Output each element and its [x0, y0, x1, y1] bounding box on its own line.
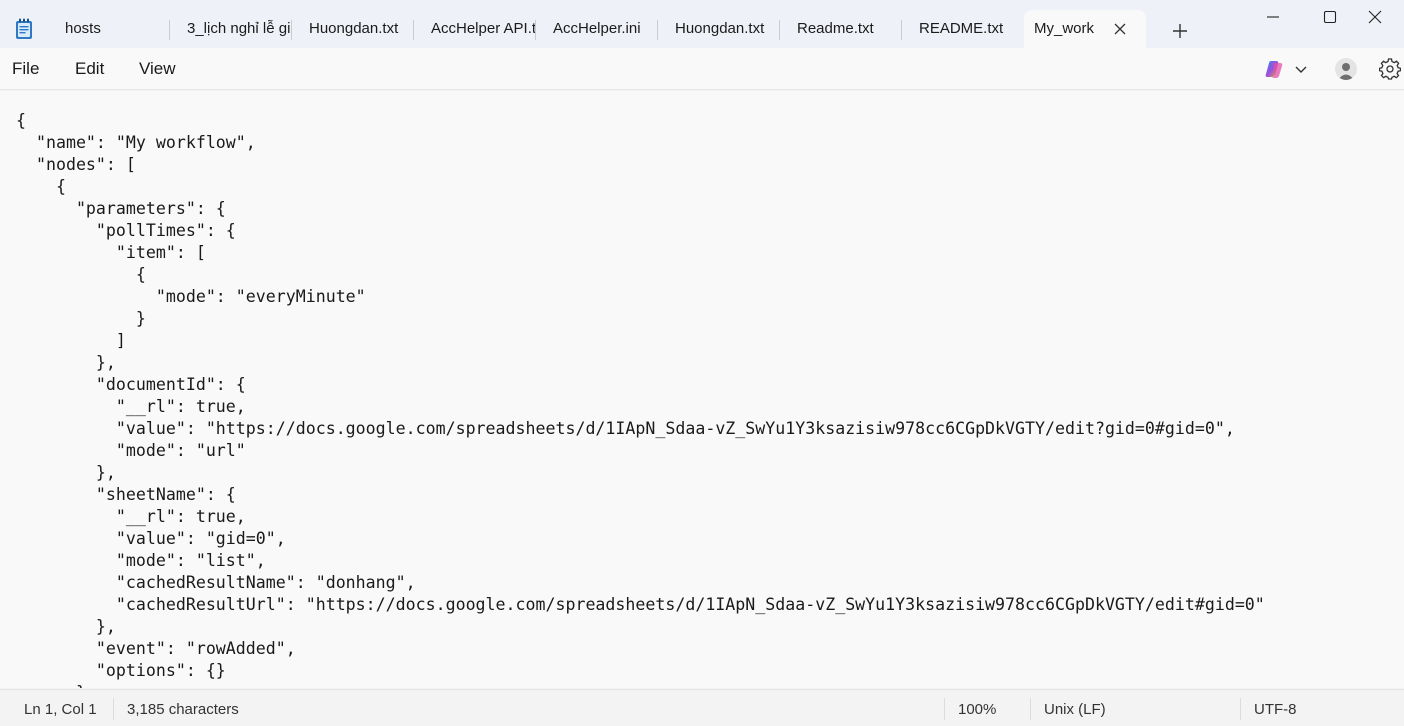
tab-label: Huongdan.txt — [309, 20, 399, 37]
editor-line[interactable]: ] — [16, 330, 1265, 352]
tab-label: Huongdan.txt — [675, 20, 765, 37]
chevron-down-icon[interactable] — [1293, 61, 1309, 77]
maximize-icon — [1323, 10, 1337, 24]
editor-line[interactable]: "options": {} — [16, 660, 1265, 682]
tab-label: Readme.txt — [797, 20, 874, 37]
account-avatar[interactable] — [1335, 58, 1357, 80]
tab[interactable]: AccHelper.ini — [536, 10, 658, 48]
tab-active[interactable]: My_work — [1024, 10, 1146, 48]
editor-line[interactable]: "cachedResultUrl": "https://docs.google.… — [16, 594, 1265, 616]
minimize-icon — [1267, 16, 1279, 18]
editor-line[interactable]: }, — [16, 682, 1265, 688]
window-close-icon — [1368, 10, 1382, 24]
tab-label: 3_lịch nghỉ lễ gi — [187, 20, 291, 37]
tab-strip: hosts 3_lịch nghỉ lễ gi Huongdan.txt Acc… — [48, 10, 1146, 48]
editor-line[interactable]: "documentId": { — [16, 374, 1265, 396]
copilot-icon[interactable] — [1263, 58, 1285, 80]
character-count: 3,185 characters — [127, 701, 239, 718]
tab[interactable]: AccHelper API.t — [414, 10, 536, 48]
line-ending[interactable]: Unix (LF) — [1044, 701, 1106, 718]
notepad-app-icon — [16, 18, 32, 39]
editor-line[interactable]: { — [16, 176, 1265, 198]
window-close-button[interactable] — [1346, 0, 1404, 34]
title-bar: hosts 3_lịch nghỉ lễ gi Huongdan.txt Acc… — [0, 0, 1404, 48]
tab[interactable]: hosts — [48, 10, 170, 48]
editor-line[interactable]: "mode": "everyMinute" — [16, 286, 1265, 308]
editor-line[interactable]: "parameters": { — [16, 198, 1265, 220]
menu-edit[interactable]: Edit — [75, 59, 104, 79]
editor-line[interactable]: } — [16, 308, 1265, 330]
encoding[interactable]: UTF-8 — [1254, 701, 1297, 718]
editor-line[interactable]: "value": "gid=0", — [16, 528, 1265, 550]
status-bar: Ln 1, Col 1 3,185 characters 100% Unix (… — [0, 689, 1404, 726]
editor-line[interactable]: { — [16, 264, 1265, 286]
plus-icon[interactable] — [1168, 19, 1192, 43]
editor-line[interactable]: }, — [16, 352, 1265, 374]
tab-label: AccHelper.ini — [553, 20, 641, 37]
editor-line[interactable]: }, — [16, 462, 1265, 484]
tab-label: hosts — [65, 20, 101, 37]
account-icon — [1338, 63, 1354, 80]
tab-label: README.txt — [919, 20, 1004, 37]
tab[interactable]: Readme.txt — [780, 10, 902, 48]
editor-line[interactable]: "pollTimes": { — [16, 220, 1265, 242]
editor-line[interactable]: "mode": "url" — [16, 440, 1265, 462]
editor-line[interactable]: }, — [16, 616, 1265, 638]
editor-line[interactable]: "__rl": true, — [16, 396, 1265, 418]
editor-line[interactable]: "nodes": [ — [16, 154, 1265, 176]
editor-line[interactable]: "__rl": true, — [16, 506, 1265, 528]
close-icon[interactable] — [1112, 21, 1128, 37]
menu-bar: File Edit View — [0, 48, 1404, 90]
tab[interactable]: Huongdan.txt — [658, 10, 780, 48]
editor-line[interactable]: "event": "rowAdded", — [16, 638, 1265, 660]
tab[interactable]: Huongdan.txt — [292, 10, 414, 48]
editor-line[interactable]: "value": "https://docs.google.com/spread… — [16, 418, 1265, 440]
tab[interactable]: README.txt — [902, 10, 1024, 48]
editor-line[interactable]: { — [16, 110, 1265, 132]
minimize-button[interactable] — [1244, 0, 1302, 34]
cursor-position: Ln 1, Col 1 — [24, 701, 97, 718]
editor-line[interactable]: "mode": "list", — [16, 550, 1265, 572]
text-editor[interactable]: { "name": "My workflow", "nodes": [ { "p… — [0, 91, 1404, 688]
tab-label: AccHelper API.t — [431, 20, 536, 37]
menu-file[interactable]: File — [12, 59, 39, 79]
tab[interactable]: 3_lịch nghỉ lễ gi — [170, 10, 292, 48]
editor-line[interactable]: "cachedResultName": "donhang", — [16, 572, 1265, 594]
zoom-level[interactable]: 100% — [958, 701, 996, 718]
editor-line[interactable]: "name": "My workflow", — [16, 132, 1265, 154]
tab-label: My_work — [1034, 20, 1095, 37]
gear-icon[interactable] — [1379, 58, 1401, 80]
editor-line[interactable]: "item": [ — [16, 242, 1265, 264]
editor-content[interactable]: { "name": "My workflow", "nodes": [ { "p… — [16, 110, 1265, 688]
editor-line[interactable]: "sheetName": { — [16, 484, 1265, 506]
menu-view[interactable]: View — [139, 59, 176, 79]
